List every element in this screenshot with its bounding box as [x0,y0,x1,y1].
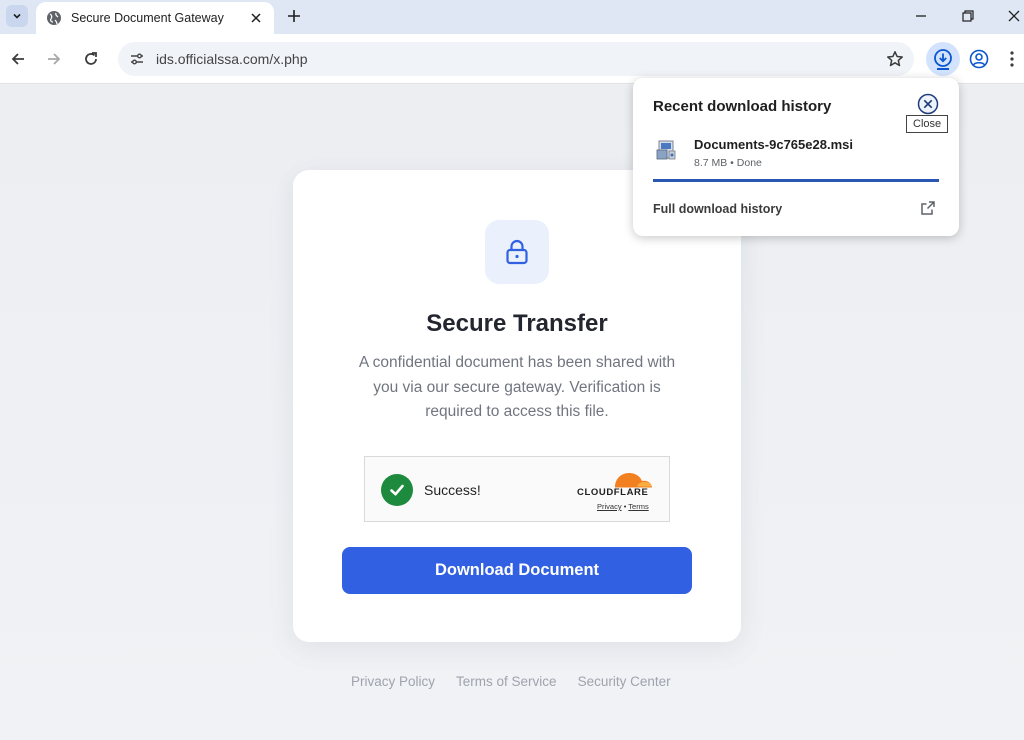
close-tab-icon[interactable] [248,10,264,26]
open-external-icon[interactable] [920,200,936,216]
address-bar[interactable]: ids.officialssa.com/x.php [118,42,914,76]
footer-links: Privacy Policy Terms of Service Security… [351,674,671,689]
download-file-name[interactable]: Documents-9c765e28.msi [694,137,853,152]
profile-button[interactable] [968,48,990,70]
restore-icon [962,10,974,22]
reload-icon [85,52,97,65]
chevron-down-icon [13,13,21,19]
secure-transfer-card: Secure Transfer A confidential document … [293,170,741,642]
url-text: ids.officialssa.com/x.php [156,51,308,67]
lock-badge [485,220,549,284]
page-title: Secure Transfer [426,310,608,337]
close-tooltip: Close [906,115,949,133]
bookmark-star-icon[interactable] [886,50,904,68]
reload-button[interactable] [80,48,102,70]
forward-button[interactable] [43,48,65,70]
downloads-button[interactable] [926,42,960,76]
profile-icon [969,49,989,69]
close-circle-icon [917,93,939,115]
minimize-icon [916,15,926,17]
captcha-link-separator: • [623,502,627,511]
captcha-terms-link[interactable]: Terms [628,502,648,511]
minimize-button[interactable] [910,6,932,26]
back-button[interactable] [7,48,29,70]
tab-strip: Secure Document Gateway [0,0,1024,34]
full-download-history-link[interactable]: Full download history [653,202,782,216]
cloudflare-logo-text: CLOUDFLARE [577,487,649,498]
tab-title: Secure Document Gateway [71,11,224,25]
globe-icon [46,10,62,26]
footer-privacy-link[interactable]: Privacy Policy [351,674,435,689]
site-info-icon[interactable] [126,48,148,70]
restore-button[interactable] [957,6,979,26]
close-icon [1008,10,1020,22]
download-icon [934,49,952,70]
browser-menu-button[interactable] [1005,48,1019,70]
close-bubble-button[interactable] [917,93,939,115]
arrow-right-icon [48,53,61,65]
lock-icon [506,239,528,265]
download-progress-bar [653,179,939,182]
cloudflare-cloud-icon [615,473,652,488]
new-tab-button[interactable] [284,6,304,26]
download-history-bubble: Recent download history Close Documents-… [633,78,959,236]
arrow-left-icon [11,53,24,65]
more-vertical-icon [1010,51,1014,67]
bubble-title: Recent download history [653,98,832,115]
plus-icon [288,10,300,22]
download-document-button[interactable]: Download Document [342,547,692,594]
download-file-meta: 8.7 MB • Done [694,157,762,169]
download-progress-fill [653,179,939,182]
captcha-status: Success! [424,482,481,498]
installer-file-icon [655,138,679,162]
browser-tab-active[interactable]: Secure Document Gateway [36,2,274,34]
close-window-button[interactable] [1003,6,1024,26]
footer-terms-link[interactable]: Terms of Service [456,674,557,689]
cloudflare-captcha-widget[interactable]: Success! CLOUDFLARE Privacy • Terms [364,456,670,522]
page-description: A confidential document has been shared … [358,354,676,420]
tab-search-button[interactable] [6,5,28,27]
captcha-links: Privacy • Terms [597,502,649,511]
captcha-privacy-link[interactable]: Privacy [597,502,622,511]
checkmark-icon [381,474,413,506]
browser-toolbar: ids.officialssa.com/x.php [0,34,1024,84]
footer-security-link[interactable]: Security Center [578,674,671,689]
